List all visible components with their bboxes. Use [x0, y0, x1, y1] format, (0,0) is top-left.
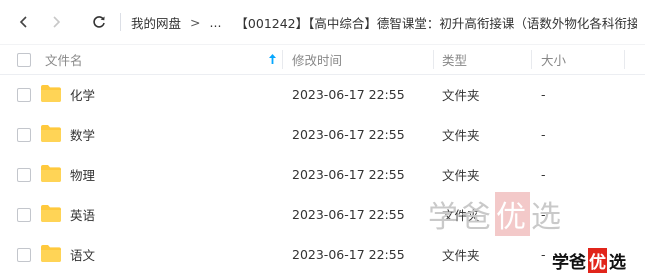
forward-button[interactable] [44, 10, 68, 34]
watermark-logo: 学 爸 优 选 [552, 247, 626, 273]
column-divider [282, 50, 283, 69]
table-row[interactable]: 语文 2023-06-17 22:55 文件夹 - [0, 234, 645, 274]
column-header-modified-label: 修改时间 [292, 53, 343, 68]
watermark-char: 选 [609, 252, 626, 273]
refresh-button[interactable] [87, 10, 111, 34]
row-size: - [541, 166, 546, 182]
sort-ascending-icon[interactable] [268, 53, 277, 65]
select-all-checkbox[interactable] [17, 53, 31, 67]
row-type: 文件夹 [442, 167, 480, 183]
column-header-type[interactable]: 类型 [442, 45, 467, 74]
row-type: 文件夹 [442, 87, 480, 103]
toolbar-divider [120, 13, 121, 31]
watermark-char: 爸 [569, 252, 586, 273]
table-header: 文件名 修改时间 类型 大小 [0, 44, 645, 75]
column-divider [531, 50, 532, 69]
watermark-char: 学 [428, 200, 461, 235]
table-row[interactable]: 数学 2023-06-17 22:55 文件夹 - [0, 114, 645, 154]
row-modified: 2023-06-17 22:55 [292, 126, 405, 142]
breadcrumb-item-ellipsis[interactable]: ... [210, 15, 222, 30]
row-checkbox[interactable] [17, 88, 31, 102]
back-button[interactable] [12, 10, 36, 34]
column-header-modified[interactable]: 修改时间 [292, 45, 342, 74]
column-header-size[interactable]: 大小 [541, 45, 566, 74]
breadcrumb-item-current: 【001242】【高中综合】德智课堂：初升高衔接课（语数外物化各科衔接... [235, 15, 637, 31]
watermark-char: 选 [531, 200, 564, 235]
breadcrumb-item-home[interactable]: 我的网盘 [131, 13, 181, 32]
column-divider [624, 50, 625, 69]
column-header-size-label: 大小 [541, 53, 567, 68]
watermark-char: 爸 [461, 200, 494, 235]
folder-icon [41, 125, 61, 142]
row-modified: 2023-06-17 22:55 [292, 86, 405, 102]
row-checkbox[interactable] [17, 248, 31, 262]
table-row[interactable]: 物理 2023-06-17 22:55 文件夹 - [0, 154, 645, 194]
column-header-name[interactable]: 文件名 [45, 45, 280, 74]
row-name[interactable]: 数学 [70, 125, 95, 144]
folder-icon [41, 205, 61, 222]
column-header-name-label: 文件名 [45, 53, 83, 68]
row-type: 文件夹 [442, 127, 480, 143]
row-name[interactable]: 化学 [70, 85, 95, 104]
folder-icon [41, 245, 61, 262]
watermark-char-highlight: 优 [495, 192, 530, 236]
row-modified: 2023-06-17 22:55 [292, 246, 405, 262]
row-modified: 2023-06-17 22:55 [292, 166, 405, 182]
breadcrumb-separator: > [190, 14, 201, 30]
toolbar: 我的网盘 > ... 【001242】【高中综合】德智课堂：初升高衔接课（语数外… [0, 0, 645, 44]
watermark-char-highlight: 优 [588, 247, 607, 273]
chevron-right-icon [53, 16, 61, 28]
row-size: - [541, 86, 546, 102]
row-name[interactable]: 物理 [70, 165, 95, 184]
row-name[interactable]: 语文 [70, 245, 95, 264]
folder-icon [41, 85, 61, 102]
row-size: - [541, 126, 546, 142]
row-modified: 2023-06-17 22:55 [292, 206, 405, 222]
row-checkbox[interactable] [17, 168, 31, 182]
row-name[interactable]: 英语 [70, 205, 95, 224]
folder-icon [41, 165, 61, 182]
row-type: 文件夹 [442, 247, 480, 263]
row-checkbox[interactable] [17, 208, 31, 222]
row-size: - [541, 246, 546, 262]
breadcrumb: 我的网盘 > ... 【001242】【高中综合】德智课堂：初升高衔接课（语数外… [131, 0, 637, 44]
watermark-large: 学 爸 优 选 [428, 192, 564, 236]
row-checkbox[interactable] [17, 128, 31, 142]
chevron-left-icon [19, 16, 27, 28]
column-divider [433, 50, 434, 69]
table-row[interactable]: 化学 2023-06-17 22:55 文件夹 - [0, 74, 645, 114]
watermark-char: 学 [552, 252, 569, 273]
refresh-icon [93, 16, 105, 28]
column-header-type-label: 类型 [442, 53, 468, 68]
